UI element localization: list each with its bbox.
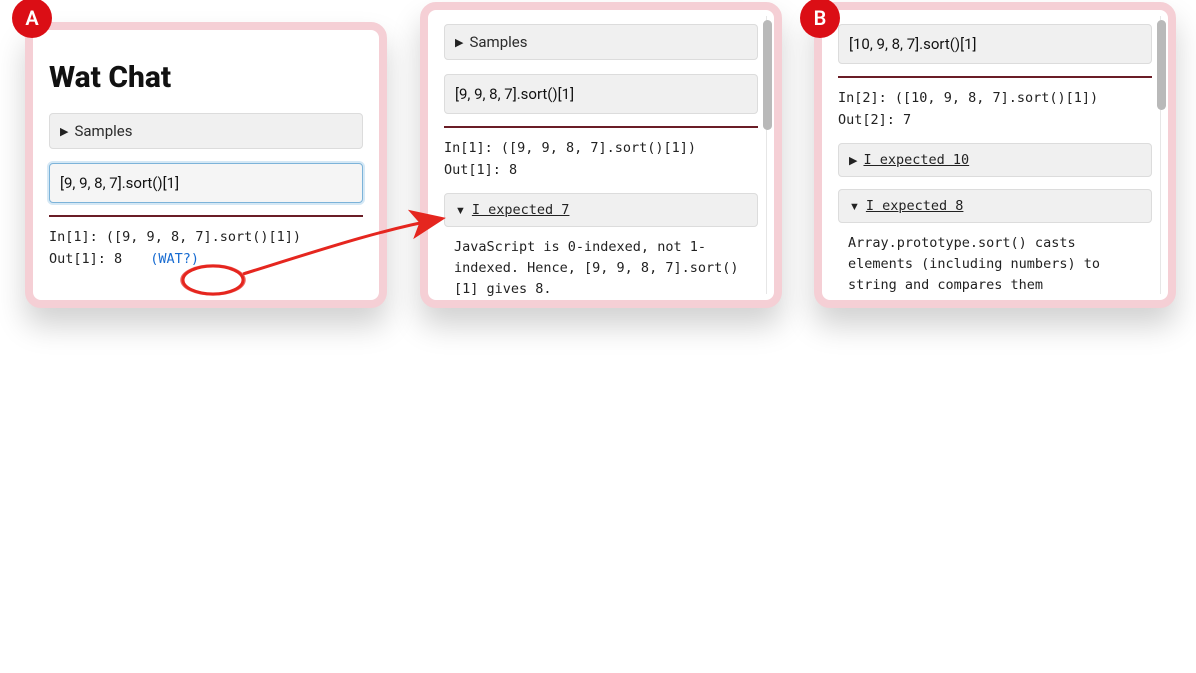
app-title: Wat Chat <box>49 60 363 95</box>
badge-b-letter: B <box>814 6 827 30</box>
panel-c: [10, 9, 8, 7].sort()[1] In[2]: ([10, 9, … <box>814 2 1176 308</box>
wat-link[interactable]: (WAT?) <box>150 249 199 271</box>
scrollbar-thumb[interactable] <box>763 20 772 130</box>
samples-label: Samples <box>74 122 132 140</box>
badge-a-letter: A <box>25 6 38 30</box>
scrollbar-thumb[interactable] <box>1157 20 1166 110</box>
expected-disclosure-open-c[interactable]: I expected 8 <box>838 189 1152 223</box>
chevron-down-icon <box>849 200 860 213</box>
divider <box>444 126 758 128</box>
expected-label: I expected 10 <box>863 152 969 168</box>
samples-disclosure-a[interactable]: Samples <box>49 113 363 149</box>
samples-disclosure-b[interactable]: Samples <box>444 24 758 60</box>
repl-out-line-c: Out[2]: 7 <box>838 110 1152 132</box>
scrollbar-c[interactable] <box>1157 16 1166 294</box>
chevron-right-icon <box>849 154 857 167</box>
divider <box>838 76 1152 78</box>
chevron-down-icon <box>455 204 466 217</box>
chevron-right-icon <box>455 36 463 49</box>
repl-out-line-b: Out[1]: 8 <box>444 160 758 182</box>
expected-disclosure-b[interactable]: I expected 7 <box>444 193 758 227</box>
explanation-c: Array.prototype.sort() casts elements (i… <box>838 223 1152 308</box>
panel-a: Wat Chat Samples In[1]: ([9, 9, 8, 7].so… <box>25 22 387 308</box>
explanation-b: JavaScript is 0-indexed, not 1-indexed. … <box>444 227 758 300</box>
expected-disclosure-collapsed-c[interactable]: I expected 10 <box>838 143 1152 177</box>
divider <box>49 215 363 217</box>
repl-in-line-a: In[1]: ([9, 9, 8, 7].sort()[1]) <box>49 227 363 249</box>
repl-in-line-b: In[1]: ([9, 9, 8, 7].sort()[1]) <box>444 138 758 160</box>
expression-input-a[interactable] <box>49 163 363 203</box>
scrollbar-b[interactable] <box>763 16 772 294</box>
repl-in-line-c: In[2]: ([10, 9, 8, 7].sort()[1]) <box>838 88 1152 110</box>
expected-label: I expected 8 <box>866 198 964 214</box>
expression-display-b: [9, 9, 8, 7].sort()[1] <box>444 74 758 114</box>
expected-label: I expected 7 <box>472 202 570 218</box>
chevron-right-icon <box>60 125 68 138</box>
repl-out-line-a: Out[1]: 8 (WAT?) <box>49 249 363 271</box>
expression-display-c: [10, 9, 8, 7].sort()[1] <box>838 24 1152 64</box>
panel-b: Samples [9, 9, 8, 7].sort()[1] In[1]: ([… <box>420 2 782 308</box>
samples-label: Samples <box>469 33 527 51</box>
